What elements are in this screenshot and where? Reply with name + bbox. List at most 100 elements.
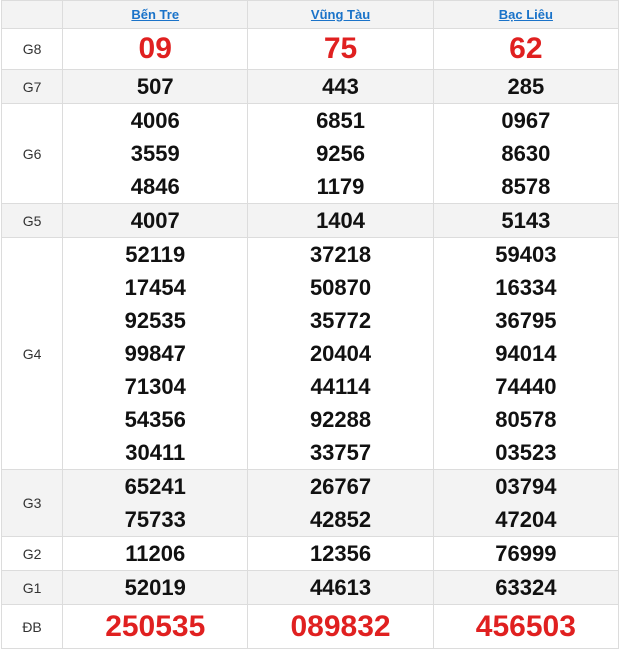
prize-number: 37218: [309, 242, 372, 267]
prize-cell: 52019: [62, 570, 249, 605]
prize-label: G3: [0, 469, 64, 537]
prize-label: G6: [0, 103, 64, 204]
prize-number: 94014: [495, 341, 557, 366]
prize-number: 285: [507, 74, 545, 99]
prize-number: 63324: [495, 575, 557, 600]
prize-cell: 089832: [247, 604, 434, 649]
prize-number: 52119: [125, 242, 186, 267]
province-link-bac-lieu[interactable]: Bạc Liêu: [499, 7, 553, 22]
prize-number: 16334: [495, 275, 557, 300]
prize-label: ĐB: [0, 604, 64, 649]
prize-row-g8: G8 09 75 62: [0, 28, 620, 70]
prize-number: 26767: [309, 474, 372, 499]
prize-number: 92288: [309, 407, 372, 432]
prize-cell: 11206: [62, 536, 249, 571]
prize-cell: 59403 16334 36795 94014 74440 80578 03523: [432, 237, 620, 470]
prize-cell: 285: [432, 69, 620, 104]
header-row: Bến Tre Vũng Tàu Bạc Liêu: [0, 0, 620, 29]
prize-row-db: ĐB 250535 089832 456503: [0, 604, 620, 649]
prize-cell: 63324: [432, 570, 620, 605]
prize-label: G1: [0, 570, 64, 605]
prize-number: 75733: [124, 507, 186, 532]
prize-cell: 0967 8630 8578: [432, 103, 620, 204]
prize-number: 36795: [495, 308, 557, 333]
province-link-ben-tre[interactable]: Bến Tre: [131, 7, 179, 22]
prize-number: 09: [138, 32, 172, 65]
prize-row-g5: G5 4007 1404 5143: [0, 203, 620, 238]
prize-number: 52019: [124, 575, 186, 600]
prize-number: 456503: [475, 609, 576, 643]
prize-cell: 4006 3559 4846: [62, 103, 249, 204]
prize-number: 8578: [501, 174, 551, 199]
prize-number: 35772: [309, 308, 372, 333]
prize-label: G2: [0, 536, 64, 571]
prize-cell: 76999: [432, 536, 620, 571]
prize-number: 71304: [124, 374, 186, 399]
prize-cell: 09: [62, 28, 249, 70]
prize-cell: 65241 75733: [62, 469, 249, 537]
prize-number: 1404: [316, 208, 366, 233]
prize-number: 54356: [124, 407, 186, 432]
prize-label: G8: [0, 28, 64, 70]
prize-label: G5: [0, 203, 64, 238]
prize-cell: 44613: [247, 570, 434, 605]
prize-number: 11206: [125, 541, 186, 566]
prize-cell: 443: [247, 69, 434, 104]
prize-number: 12356: [309, 541, 372, 566]
prize-number: 44613: [309, 575, 372, 600]
prize-number: 5143: [501, 208, 551, 233]
prize-number: 92535: [124, 308, 186, 333]
prize-row-g6: G6 4006 3559 4846 6851 9256 1179 0967 8630 8578: [0, 103, 620, 204]
prize-number: 50870: [309, 275, 372, 300]
prize-cell: 37218 50870 35772 20404 44114 92288 33757: [247, 237, 434, 470]
prize-row-g3: G3 65241 75733 26767 42852 03794 47204: [0, 469, 620, 537]
prize-number: 4007: [130, 208, 180, 233]
prize-number: 74440: [495, 374, 557, 399]
prize-number: 4846: [130, 174, 180, 199]
prize-number: 30411: [125, 440, 186, 465]
prize-number: 62: [509, 32, 543, 65]
prize-number: 03794: [495, 474, 557, 499]
prize-cell: 6851 9256 1179: [247, 103, 434, 204]
prize-cell: 03794 47204: [432, 469, 620, 537]
prize-cell: 26767 42852: [247, 469, 434, 537]
prize-number: 44114: [310, 374, 371, 399]
prize-cell: 250535: [62, 604, 249, 649]
province-link-vung-tau[interactable]: Vũng Tàu: [311, 7, 370, 22]
prize-number: 80578: [495, 407, 557, 432]
prize-number: 250535: [105, 609, 206, 643]
prize-number: 33757: [309, 440, 372, 465]
prize-number: 47204: [495, 507, 557, 532]
prize-number: 03523: [495, 440, 557, 465]
prize-number: 443: [322, 74, 359, 99]
prize-row-g7: G7 507 443 285: [0, 69, 620, 104]
province-header: Bạc Liêu: [432, 0, 620, 29]
prize-label: G4: [0, 237, 64, 470]
prize-number: 76999: [495, 541, 557, 566]
prize-cell: 507: [62, 69, 249, 104]
prize-number: 59403: [495, 242, 557, 267]
prize-cell: 12356: [247, 536, 434, 571]
prize-number: 9256: [316, 141, 366, 166]
prize-number: 75: [323, 32, 358, 65]
prize-label: G7: [0, 69, 64, 104]
prize-cell: 1404: [247, 203, 434, 238]
prize-row-g2: G2 11206 12356 76999: [0, 536, 620, 571]
header-blank: [0, 0, 64, 29]
prize-row-g1: G1 52019 44613 63324: [0, 570, 620, 605]
prize-number: 20404: [309, 341, 372, 366]
prize-row-g4: G4 52119 17454 92535 99847 71304 54356 30411 372…: [0, 237, 620, 470]
prize-number: 17454: [124, 275, 186, 300]
prize-number: 65241: [124, 474, 186, 499]
prize-number: 4006: [130, 108, 180, 133]
prize-number: 42852: [309, 507, 372, 532]
prize-number: 089832: [290, 609, 391, 643]
prize-number: 507: [136, 74, 174, 99]
prize-cell: 456503: [432, 604, 620, 649]
prize-cell: 4007: [62, 203, 249, 238]
prize-number: 8630: [501, 141, 551, 166]
lottery-results-table: Bến Tre Vũng Tàu Bạc Liêu G8 09 75 62 G7 507 4…: [0, 0, 620, 649]
province-header: Bến Tre: [62, 0, 249, 29]
prize-number: 3559: [130, 141, 180, 166]
prize-number: 1179: [316, 174, 365, 199]
